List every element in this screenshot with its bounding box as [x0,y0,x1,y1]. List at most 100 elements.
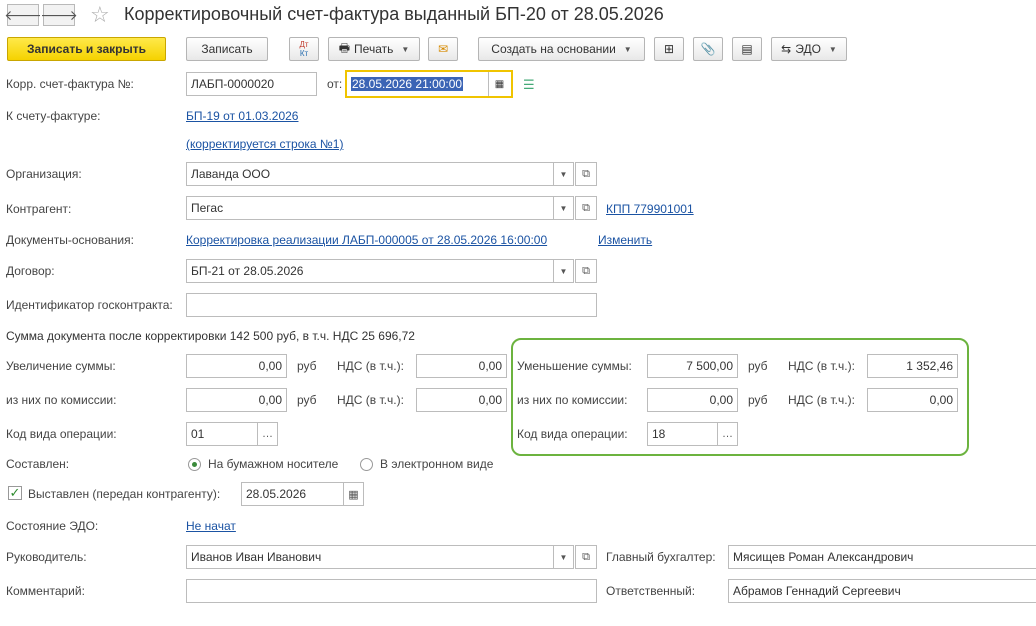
contractor-open-button[interactable]: ⧉ [575,196,597,220]
inc-commission-vat-input[interactable]: 0,00 [416,388,507,412]
forward-button[interactable]: 🡒 [40,4,78,26]
chevron-down-icon: ▼ [401,44,410,54]
base-docs-label: Документы-основания: [6,233,134,247]
rub-label: руб [297,393,317,407]
org-open-button[interactable]: ⧉ [575,162,597,186]
chief-acc-label: Главный бухгалтер: [606,550,716,564]
save-button[interactable]: Записать [186,37,268,61]
kpp-link[interactable]: КПП 779901001 [606,202,694,216]
to-invoice-label: К счету-фактуре: [6,109,101,123]
op-code-label: Код вида операции: [6,427,117,441]
head-dropdown-button[interactable]: ▼ [554,545,574,569]
head-input[interactable]: Иванов Иван Иванович [186,545,554,569]
dtkt-icon: Дт [299,40,309,49]
structure-button[interactable]: ⊞ [654,37,684,61]
head-open-button[interactable]: ⧉ [575,545,597,569]
document-list-icon: ▤ [741,42,753,56]
vat-label: НДС (в т.ч.): [337,359,404,373]
issued-checkbox[interactable]: ✓ [8,486,22,500]
paper-option-label[interactable]: На бумажном носителе [208,457,338,471]
base-docs-link[interactable]: Корректировка реализации ЛАБП-000005 от … [186,233,547,247]
inc-commission-input[interactable]: 0,00 [186,388,287,412]
increase-label: Увеличение суммы: [6,359,116,373]
arrow-right-icon: 🡒 [40,6,78,23]
contractor-input[interactable]: Пегас [186,196,554,220]
vat-label: НДС (в т.ч.): [788,393,855,407]
decrease-input[interactable]: 7 500,00 [647,354,738,378]
chevron-down-icon: ▼ [559,203,568,213]
commission-label: из них по комиссии: [6,393,117,407]
email-button[interactable]: ✉ [428,37,458,61]
issued-calendar-button[interactable]: ▦ [344,482,364,506]
issued-date-input[interactable]: 28.05.2026 [241,482,344,506]
increase-vat-input[interactable]: 0,00 [416,354,507,378]
rub-label: руб [297,359,317,373]
inc-op-code-select-button[interactable]: … [258,422,278,446]
chief-acc-input[interactable]: Мясищев Роман Александрович [728,545,1036,569]
page-title: Корректировочный счет-фактура выданный Б… [124,4,664,24]
to-invoice-link[interactable]: БП-19 от 01.03.2026 [186,109,298,123]
chevron-down-icon: ▼ [559,552,568,562]
change-link[interactable]: Изменить [598,233,652,247]
corrected-row-link[interactable]: (корректируется строка №1) [186,137,343,151]
increase-input[interactable]: 0,00 [186,354,287,378]
decrease-vat-input[interactable]: 1 352,46 [867,354,958,378]
electronic-option-label[interactable]: В электронном виде [380,457,493,471]
org-dropdown-button[interactable]: ▼ [554,162,574,186]
rub-label: руб [748,393,768,407]
save-close-button[interactable]: Записать и закрыть [7,37,166,61]
edo-icon: ⇆ [781,42,792,56]
structure-icon: ⊞ [663,42,675,56]
edo-state-label: Состояние ЭДО: [6,519,99,533]
back-button[interactable]: 🡐 [4,4,42,26]
create-based-button[interactable]: Создать на основании ▼ [478,37,645,61]
favorite-star-icon[interactable]: ☆ [90,2,110,28]
edo-state-link[interactable]: Не начат [186,519,236,533]
numbering-icon[interactable]: ☰ [523,77,535,93]
composed-label: Составлен: [6,457,70,471]
dec-commission-vat-input[interactable]: 0,00 [867,388,958,412]
date-label: от: [327,77,343,91]
contractor-dropdown-button[interactable]: ▼ [554,196,574,220]
dec-op-code-input[interactable]: 18 [647,422,718,446]
chevron-down-icon: ▼ [623,44,632,54]
issued-label: Выставлен (передан контрагенту): [28,487,221,501]
dec-op-code-select-button[interactable]: … [718,422,738,446]
commission-label: из них по комиссии: [517,393,628,407]
calendar-icon[interactable]: ▦ [488,72,510,96]
print-button[interactable]: 🖶 Печать ▼ [328,37,420,61]
chevron-down-icon: ▼ [559,169,568,179]
contract-input[interactable]: БП-21 от 28.05.2026 [186,259,554,283]
paper-radio[interactable] [188,458,201,471]
calendar-icon: ▦ [348,488,359,501]
inc-op-code-input[interactable]: 01 [186,422,258,446]
decrease-label: Уменьшение суммы: [517,359,632,373]
sum-after-text: Сумма документа после корректировки 142 … [6,329,415,343]
responsible-label: Ответственный: [606,584,696,598]
responsible-input[interactable]: Абрамов Геннадий Сергеевич [728,579,1036,603]
contract-dropdown-button[interactable]: ▼ [554,259,574,283]
org-input[interactable]: Лаванда ООО [186,162,554,186]
number-input[interactable]: ЛАБП-0000020 [186,72,317,96]
edo-button[interactable]: ⇆ ЭДО ▼ [771,37,847,61]
dec-commission-input[interactable]: 0,00 [647,388,738,412]
gov-id-input[interactable] [186,293,597,317]
dtkt-button[interactable]: Дт Кт [289,37,319,61]
comment-input[interactable] [186,579,597,603]
chevron-down-icon: ▼ [828,44,837,54]
paperclip-icon: 📎 [700,42,716,56]
vat-label: НДС (в т.ч.): [337,393,404,407]
open-icon: ⧉ [582,201,590,214]
report-button[interactable]: ▤ [732,37,762,61]
comment-label: Комментарий: [6,584,85,598]
op-code-label: Код вида операции: [517,427,628,441]
open-icon: ⧉ [582,167,590,180]
printer-icon: 🖶 [338,40,351,55]
head-label: Руководитель: [6,550,87,564]
electronic-radio[interactable] [360,458,373,471]
envelope-icon: ✉ [437,42,449,56]
contract-open-button[interactable]: ⧉ [575,259,597,283]
attach-button[interactable]: 📎 [693,37,723,61]
contract-label: Договор: [6,264,55,278]
number-label: Корр. счет-фактура №: [6,77,134,91]
